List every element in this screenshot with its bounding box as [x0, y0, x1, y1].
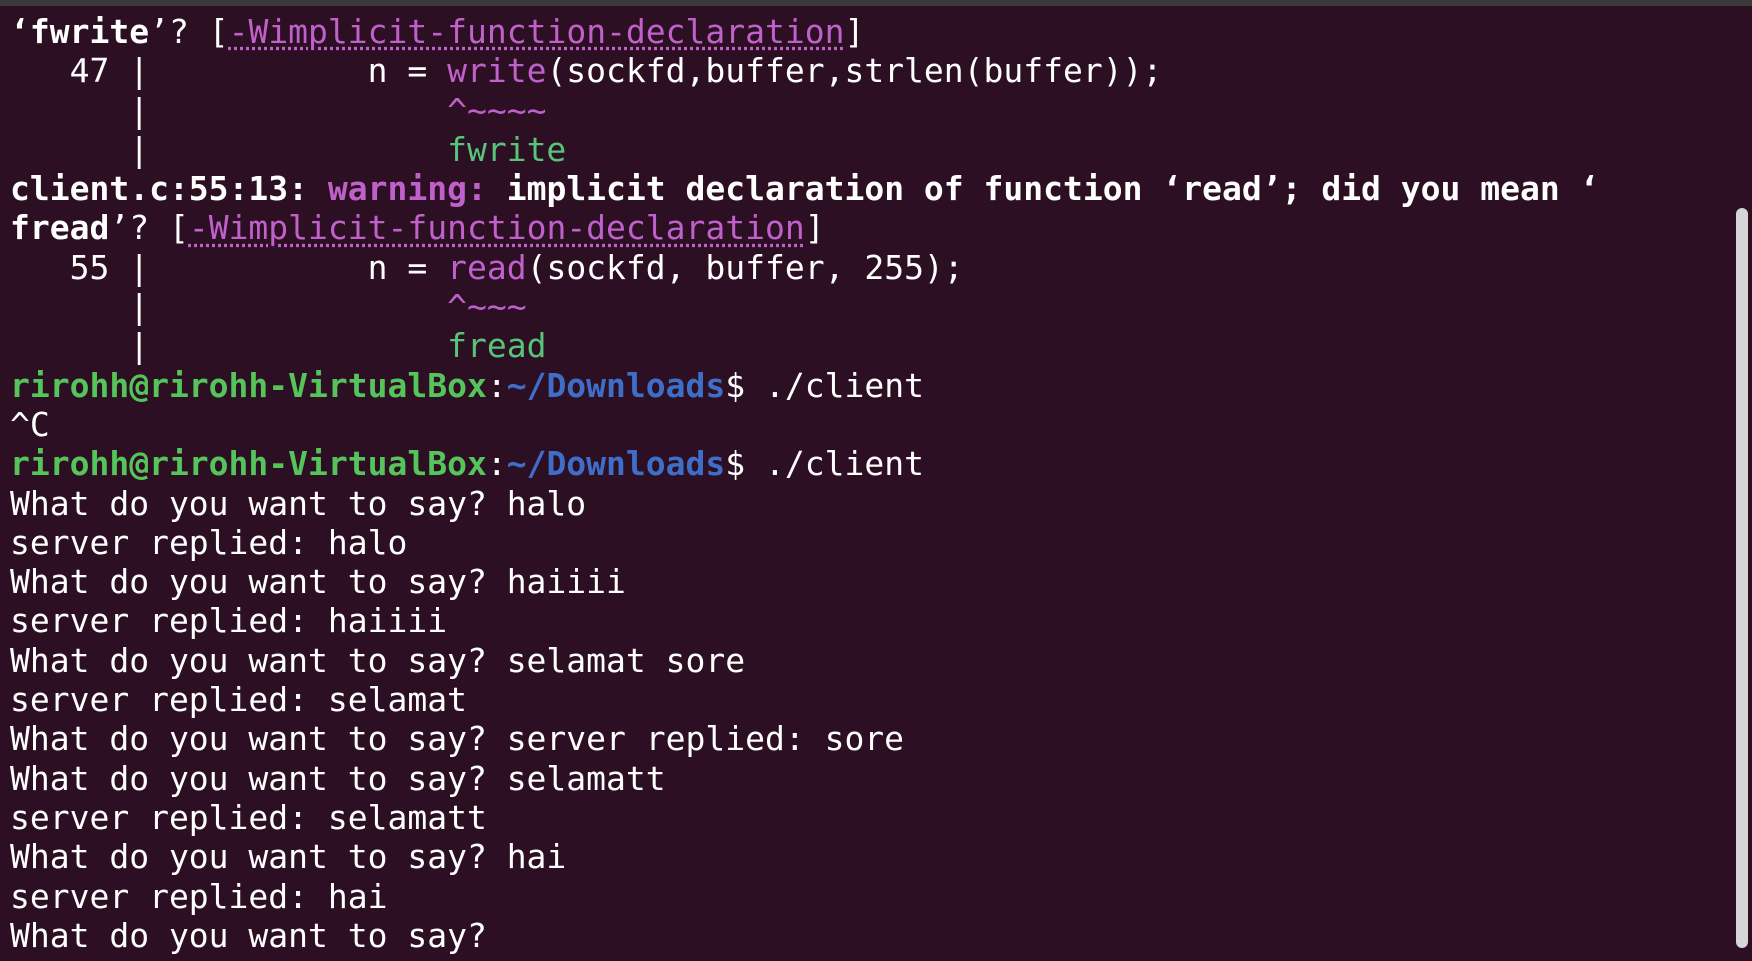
warning-message: implicit declaration of function — [486, 169, 1163, 209]
warning-tail: ’; did you mean ‘ — [1261, 169, 1600, 209]
quote-bracket: ’? [ — [149, 12, 229, 51]
session-line: server replied: selamatt — [10, 797, 487, 837]
quote-bracket: ’? [ — [109, 208, 189, 248]
session-line: What do you want to say? selamatt — [10, 758, 666, 798]
session-line: What do you want to say? selamat sore — [10, 640, 746, 680]
caret-line: | ^~~~ — [10, 287, 1722, 326]
prompt-colon: : — [486, 444, 507, 484]
command-text: ./client — [765, 365, 924, 405]
prompt-line: rirohh@rirohh-VirtualBox:~/Downloads$ ./… — [10, 366, 1722, 405]
bracket: ] — [804, 208, 825, 248]
fixit-line: | fread — [10, 326, 1722, 365]
suggested-function: fread — [10, 208, 110, 248]
warning-read-line: client.c:55:13: warning: implicit declar… — [10, 169, 1722, 208]
caret-gutter: | — [10, 287, 448, 327]
suggested-function: fwrite — [29, 12, 150, 51]
prompt-colon: : — [486, 365, 507, 405]
caret-line: | ^~~~~ — [10, 91, 1722, 130]
prompt-line: rirohh@rirohh-VirtualBox:~/Downloads$ ./… — [10, 444, 1722, 483]
prompt-user-host: rirohh@rirohh-VirtualBox — [10, 444, 487, 484]
quote: ‘ — [1162, 169, 1183, 209]
source-rest: (sockfd, buffer, 255); — [526, 247, 964, 287]
interrupt-line: ^C — [10, 405, 1722, 444]
prompt-user-host: rirohh@rirohh-VirtualBox — [10, 365, 487, 405]
warning-fread-suggestion-line: fread’? [-Wimplicit-function-declaration… — [10, 208, 1722, 247]
caret-marker: ^~~~~ — [447, 90, 547, 130]
warning-function: read — [1182, 169, 1262, 209]
session-line: What do you want to say? halo — [10, 483, 587, 523]
source-line-47: 47 | n = write(sockfd,buffer,strlen(buff… — [10, 51, 1722, 90]
source-rest: (sockfd,buffer,strlen(buffer)); — [546, 51, 1163, 91]
bracket: ] — [844, 12, 865, 51]
prompt-dollar: $ — [725, 444, 765, 484]
prompt-dollar: $ — [725, 365, 765, 405]
fixit-gutter: | — [10, 129, 448, 169]
source-line-55: 55 | n = read(sockfd, buffer, 255); — [10, 248, 1722, 287]
prompt-path: ~/Downloads — [506, 444, 726, 484]
session-line: What do you want to say? hai — [10, 837, 567, 877]
fixit-hint: fwrite — [447, 129, 567, 169]
warning-location: client.c:55:13: — [10, 169, 309, 209]
fixit-hint: fread — [447, 326, 547, 366]
source-function-write: write — [447, 51, 547, 91]
session-line: server replied: haiiii — [10, 601, 448, 641]
source-gutter: 55 | n = — [10, 247, 448, 287]
prompt-path: ~/Downloads — [506, 365, 726, 405]
source-function-read: read — [447, 247, 527, 287]
session-line: server replied: selamat — [10, 680, 467, 720]
terminal-output[interactable]: ‘fwrite’? [-Wimplicit-function-declarati… — [10, 12, 1722, 955]
warning-flag: -Wimplicit-function-declaration — [228, 12, 845, 51]
fixit-gutter: | — [10, 326, 448, 366]
session-line-current-prompt: What do you want to say? — [10, 915, 487, 955]
source-gutter: 47 | n = — [10, 51, 448, 91]
session-line: server replied: halo — [10, 522, 408, 562]
caret-marker: ^~~~ — [447, 287, 527, 327]
warning-label: warning: — [327, 169, 487, 209]
command-text: ./client — [765, 444, 924, 484]
warning-fwrite-suggestion-line: ‘fwrite’? [-Wimplicit-function-declarati… — [10, 12, 1722, 51]
vertical-scrollbar[interactable] — [1736, 208, 1748, 948]
caret-gutter: | — [10, 90, 448, 130]
window-top-edge — [0, 0, 1752, 6]
warning-flag: -Wimplicit-function-declaration — [188, 208, 805, 248]
terminal-window[interactable]: ‘fwrite’? [-Wimplicit-function-declarati… — [0, 0, 1752, 961]
quote: ‘ — [10, 12, 30, 51]
fixit-line: | fwrite — [10, 130, 1722, 169]
interrupt-text: ^C — [10, 404, 50, 444]
session-line: What do you want to say? server replied:… — [10, 719, 905, 759]
session-line: server replied: hai — [10, 876, 388, 916]
session-line: What do you want to say? haiiii — [10, 562, 626, 602]
